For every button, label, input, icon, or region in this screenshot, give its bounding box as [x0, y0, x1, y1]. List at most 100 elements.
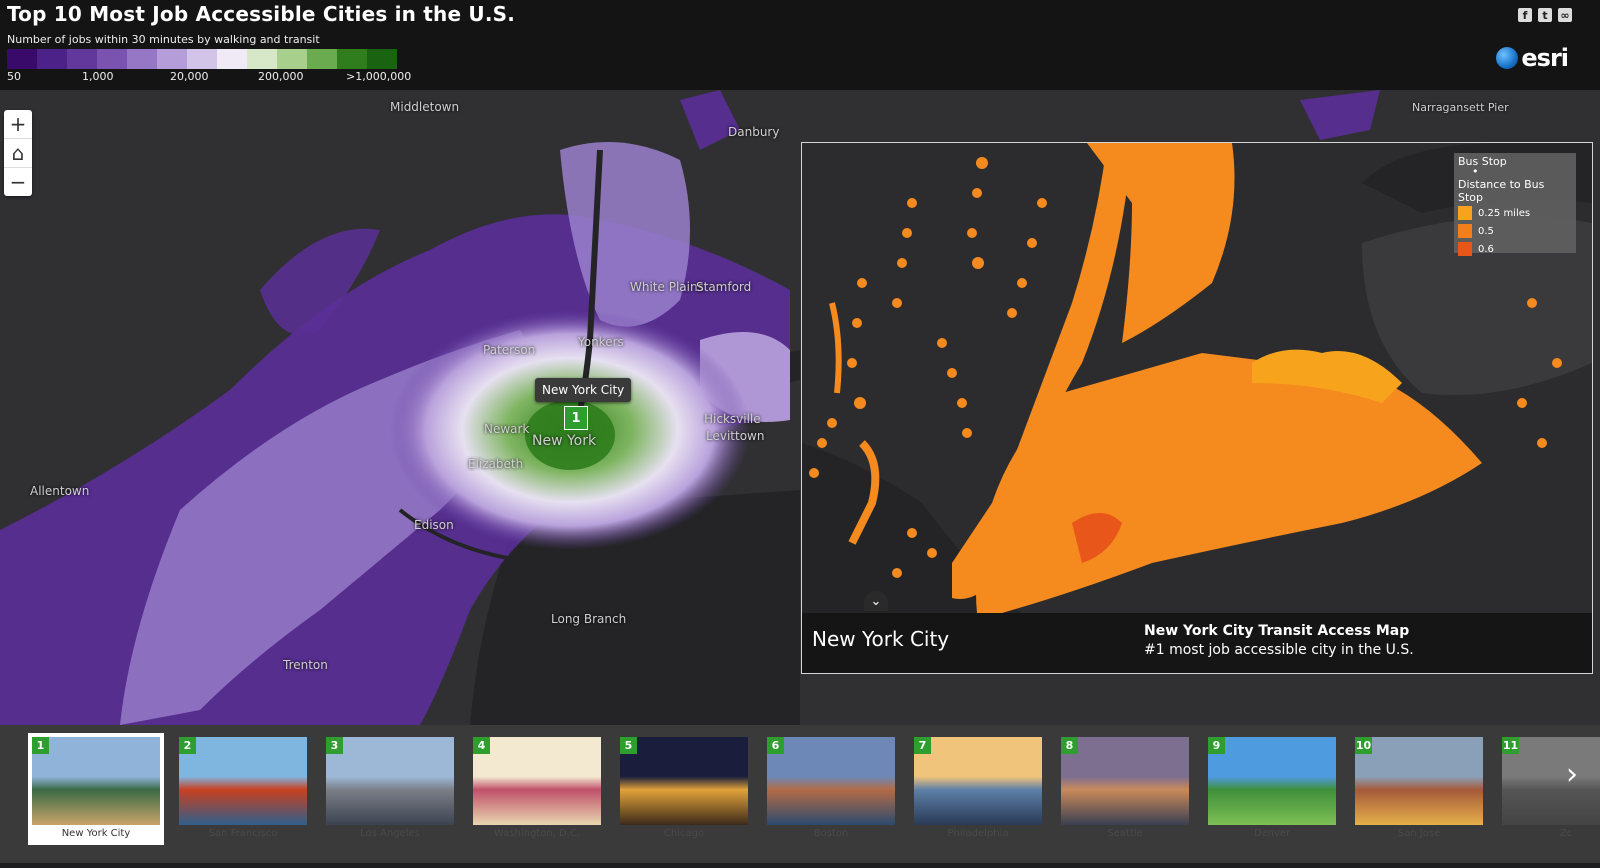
- inset-legend: Bus Stop • Distance to Bus Stop 0.25 mil…: [1454, 153, 1576, 256]
- legend-swatch: [67, 49, 97, 69]
- rank-badge: 7: [914, 737, 931, 754]
- map-callout[interactable]: New York City: [535, 378, 632, 402]
- inset-map-title: New York City Transit Access Map: [1144, 623, 1410, 639]
- city-thumbnail[interactable]: 7 Philadelphia: [910, 733, 1046, 845]
- rank-badge: 9: [1208, 737, 1225, 754]
- legend-swatch: [337, 49, 367, 69]
- city-photo: [179, 737, 307, 825]
- legend-swatch: [157, 49, 187, 69]
- legend-swatch: [247, 49, 277, 69]
- brand-name: esri: [1521, 44, 1569, 72]
- legend-distance-title: Distance to Bus Stop: [1458, 178, 1545, 204]
- legend-caption: Number of jobs within 30 minutes by walk…: [7, 33, 320, 46]
- place-label: New York: [532, 433, 597, 449]
- legend-labels: 50 1,000 20,000 200,000 >1,000,000: [0, 70, 420, 84]
- legend-swatch: [277, 49, 307, 69]
- place-label: White Plains: [630, 280, 704, 294]
- city-photo: [326, 737, 454, 825]
- city-caption: San Francisco: [208, 828, 278, 839]
- city-thumbnail[interactable]: 11 Zc: [1498, 733, 1600, 845]
- place-label: Hicksville: [704, 412, 761, 426]
- rank-badge: 8: [1061, 737, 1078, 754]
- legend-label: 50: [7, 70, 21, 83]
- place-label: Trenton: [283, 658, 328, 672]
- legend-swatch: [127, 49, 157, 69]
- city-thumbnail[interactable]: 4 Washington, D.C.: [469, 733, 605, 845]
- link-icon[interactable]: ∞: [1558, 8, 1572, 22]
- legend-item: 0.6: [1458, 240, 1572, 258]
- city-photo: [1061, 737, 1189, 825]
- esri-logo[interactable]: esri: [1496, 44, 1569, 72]
- city-carousel: 1 New York City 2 San Francisco 3 Los Angeles…: [0, 725, 1600, 863]
- city-thumbnail[interactable]: 3 Los Angeles: [322, 733, 458, 845]
- place-label: Middletown: [390, 100, 460, 114]
- city-photo: [1208, 737, 1336, 825]
- city-photo: [473, 737, 601, 825]
- home-icon[interactable]: ⌂: [4, 139, 32, 168]
- city-thumbnail[interactable]: 5 Chicago: [616, 733, 752, 845]
- city-caption: Denver: [1253, 828, 1291, 839]
- place-label: Stamford: [696, 280, 752, 294]
- city-photo: [1355, 737, 1483, 825]
- share-bar: f t ∞: [1518, 8, 1572, 22]
- place-label: Elizabeth: [468, 457, 524, 471]
- rank-badge: 2: [179, 737, 196, 754]
- inset-map-subtitle: #1 most job accessible city in the U.S.: [1144, 642, 1414, 658]
- swatch-icon: [1458, 242, 1472, 256]
- place-label: Levittown: [706, 429, 765, 443]
- inset-city-name: New York City: [812, 627, 950, 651]
- legend-swatch: [187, 49, 217, 69]
- city-photo: [767, 737, 895, 825]
- city-caption: Boston: [813, 828, 849, 839]
- legend-swatch: [97, 49, 127, 69]
- city-caption: San Jose: [1397, 828, 1441, 839]
- city-caption: New York City: [61, 828, 131, 839]
- legend-item-label: 0.25 miles: [1478, 207, 1531, 219]
- facebook-icon[interactable]: f: [1518, 8, 1532, 22]
- legend-label: 1,000: [82, 70, 114, 83]
- inset-map-panel[interactable]: Bus Stop • Distance to Bus Stop 0.25 mil…: [801, 142, 1593, 674]
- city-caption: Philadelphia: [947, 828, 1009, 839]
- city-thumbnail[interactable]: 2 San Francisco: [175, 733, 311, 845]
- legend-label: 200,000: [258, 70, 304, 83]
- city-thumbnail[interactable]: 8 Seattle: [1057, 733, 1193, 845]
- city-caption: Washington, D.C.: [493, 828, 581, 839]
- place-label: Edison: [414, 518, 454, 532]
- swatch-icon: [1458, 206, 1472, 220]
- legend-item-label: 0.5: [1478, 225, 1494, 237]
- place-label: Danbury: [728, 125, 780, 139]
- city-thumbnail[interactable]: 10 San Jose: [1351, 733, 1487, 845]
- city-caption: Zc: [1559, 828, 1573, 839]
- legend-swatch: [367, 49, 397, 69]
- legend-label: >1,000,000: [346, 70, 412, 83]
- page-title: Top 10 Most Job Accessible Cities in the…: [7, 2, 516, 26]
- swatch-icon: [1458, 224, 1472, 238]
- chevron-down-icon[interactable]: ⌄: [864, 591, 888, 611]
- legend-label: 20,000: [170, 70, 209, 83]
- legend-item: 0.5: [1458, 222, 1572, 240]
- zoom-out-icon[interactable]: −: [4, 168, 32, 196]
- city-thumbnail[interactable]: 6 Boston: [763, 733, 899, 845]
- city-thumbnail[interactable]: 9 Denver: [1204, 733, 1340, 845]
- legend-swatch: [7, 49, 37, 69]
- city-caption: Chicago: [663, 828, 705, 839]
- place-label: Newark: [484, 422, 530, 436]
- twitter-icon[interactable]: t: [1538, 8, 1552, 22]
- bus-stop-dot-icon: •: [1472, 165, 1479, 178]
- place-label: Allentown: [30, 484, 90, 498]
- place-label: Yonkers: [578, 335, 624, 349]
- place-label: Paterson: [483, 343, 536, 357]
- legend-item: 0.25 miles: [1458, 204, 1572, 222]
- legend-item-label: 0.6: [1478, 243, 1494, 255]
- place-label: Narragansett Pier: [1412, 101, 1509, 114]
- chevron-right-icon[interactable]: ›: [1566, 757, 1578, 792]
- legend-color-ramp: [7, 49, 397, 69]
- rank-badge: 10: [1355, 737, 1372, 754]
- map-marker[interactable]: 1: [564, 406, 588, 430]
- legend-swatch: [37, 49, 67, 69]
- zoom-control: + ⌂ −: [4, 110, 32, 196]
- thumbnail-track: 1 New York City 2 San Francisco 3 Los Angeles…: [0, 725, 1600, 863]
- rank-badge: 4: [473, 737, 490, 754]
- city-thumbnail[interactable]: 1 New York City: [28, 733, 164, 845]
- zoom-in-icon[interactable]: +: [4, 110, 32, 139]
